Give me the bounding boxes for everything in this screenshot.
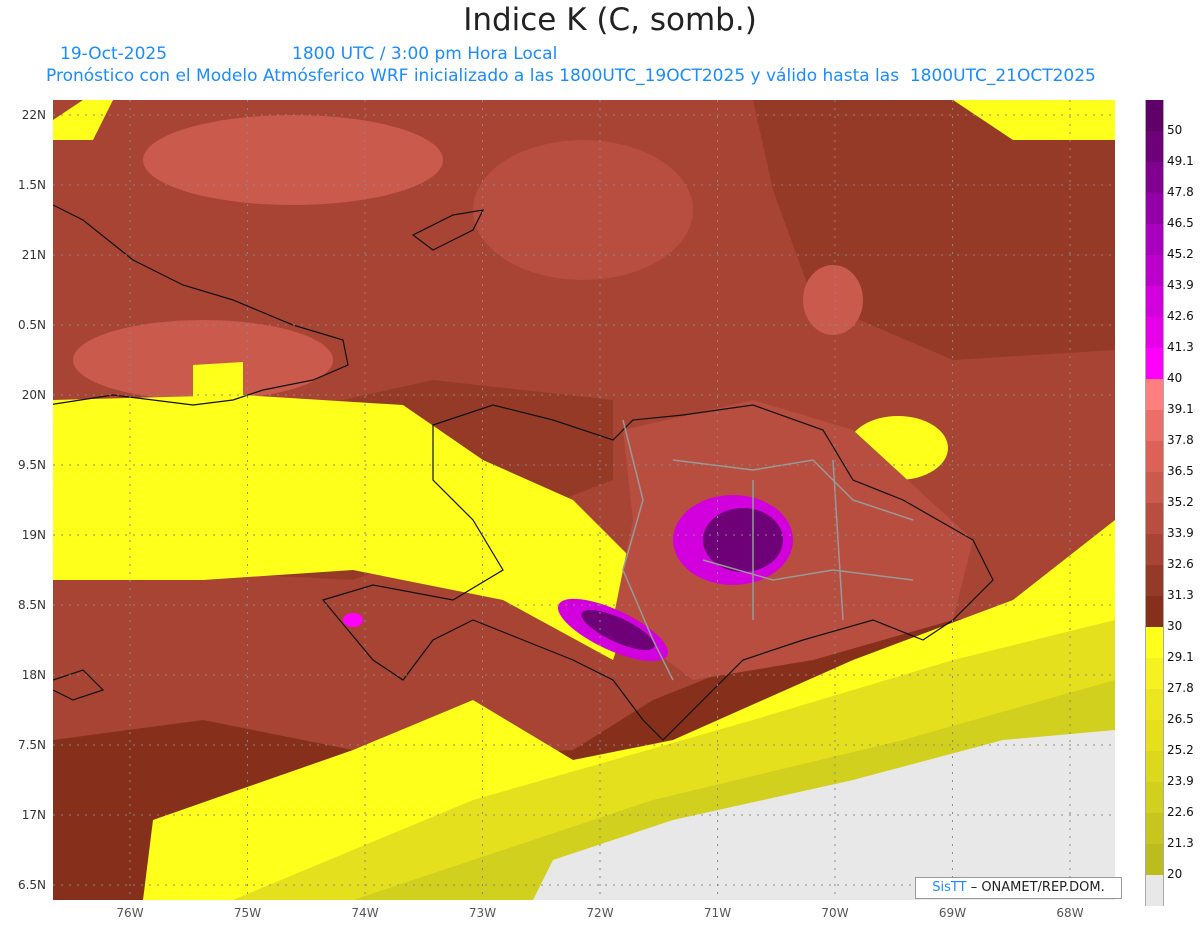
colorbar-label: 35.2 xyxy=(1167,495,1194,509)
colorbar-label: 29.1 xyxy=(1167,650,1194,664)
colorbar-swatch xyxy=(1145,751,1164,782)
colorbar-label: 47.8 xyxy=(1167,185,1194,199)
colorbar-swatch xyxy=(1145,658,1164,689)
colorbar-swatch xyxy=(1145,441,1164,472)
colorbar-label: 50 xyxy=(1167,123,1183,137)
colorbar-swatch xyxy=(1145,782,1164,813)
colorbar-label: 45.2 xyxy=(1167,247,1194,261)
colorbar-swatch xyxy=(1145,255,1164,286)
lat-label: 20N xyxy=(21,388,46,402)
lat-label: 22N xyxy=(21,108,46,122)
colorbar-swatch xyxy=(1145,224,1164,255)
colorbar-swatch xyxy=(1145,472,1164,503)
credit-text: – ONAMET/REP.DOM. xyxy=(966,880,1105,895)
lat-label: 8.5N xyxy=(17,598,46,612)
colorbar-swatch xyxy=(1145,689,1164,720)
colorbar-swatch xyxy=(1145,131,1164,162)
colorbar-swatch xyxy=(1145,348,1164,379)
colorbar-label: 22.6 xyxy=(1167,805,1194,819)
colorbar-label: 31.3 xyxy=(1167,588,1194,602)
colorbar-swatch xyxy=(1145,534,1164,565)
colorbar-label: 27.8 xyxy=(1167,681,1194,695)
colorbar-label: 37.8 xyxy=(1167,433,1194,447)
lat-label: 21N xyxy=(21,248,46,262)
colorbar-swatch xyxy=(1145,317,1164,348)
colorbar-label: 49.1 xyxy=(1167,154,1194,168)
forecast-time: 1800 UTC / 3:00 pm Hora Local xyxy=(292,44,558,64)
colorbar-label: 30 xyxy=(1167,619,1183,633)
lat-label: 1.5N xyxy=(17,178,46,192)
k-index-map xyxy=(53,100,1115,900)
colorbar-swatch xyxy=(1145,596,1164,627)
colorbar-label: 39.1 xyxy=(1167,402,1194,416)
colorbar-swatch xyxy=(1145,286,1164,317)
contour-region xyxy=(703,508,783,572)
lat-label: 9.5N xyxy=(17,458,46,472)
lat-label: 0.5N xyxy=(17,318,46,332)
lat-label: 6.5N xyxy=(17,878,46,892)
contour-region xyxy=(343,613,363,627)
lon-label: 72W xyxy=(586,906,614,920)
contour-region xyxy=(143,115,443,205)
colorbar-swatch xyxy=(1145,410,1164,441)
colorbar-swatch xyxy=(1145,193,1164,224)
lon-label: 68W xyxy=(1056,906,1084,920)
lon-label: 70W xyxy=(821,906,849,920)
colorbar-label: 40 xyxy=(1167,371,1183,385)
colorbar-swatch xyxy=(1145,875,1164,906)
lat-label: 18N xyxy=(21,668,46,682)
colorbar-label: 26.5 xyxy=(1167,712,1194,726)
colorbar-swatch xyxy=(1145,100,1164,131)
lon-label: 75W xyxy=(233,906,262,920)
colorbar-swatch xyxy=(1145,162,1164,193)
lon-label: 73W xyxy=(468,906,497,920)
forecast-date: 19-Oct-2025 xyxy=(60,44,168,64)
lat-label: 19N xyxy=(21,528,46,542)
lat-label: 7.5N xyxy=(17,738,46,752)
contour-region xyxy=(473,140,693,280)
lon-label: 76W xyxy=(116,906,144,920)
colorbar-label: 32.6 xyxy=(1167,557,1194,571)
credit-brand: SisTT xyxy=(932,880,967,895)
colorbar-label: 20 xyxy=(1167,867,1183,881)
forecast-description: Pronóstico con el Modelo Atmósferico WRF… xyxy=(46,66,1096,86)
colorbar-swatch xyxy=(1145,844,1164,875)
lon-label: 74W xyxy=(351,906,379,920)
contour-region xyxy=(193,362,243,400)
credit-label: SisTT – ONAMET/REP.DOM. xyxy=(915,877,1122,899)
lat-label: 17N xyxy=(21,808,46,822)
colorbar-label: 46.5 xyxy=(1167,216,1194,230)
colorbar-label: 25.2 xyxy=(1167,743,1194,757)
colorbar-label: 41.3 xyxy=(1167,340,1194,354)
lon-label: 69W xyxy=(938,906,967,920)
colorbar-swatch xyxy=(1145,813,1164,844)
colorbar-label: 43.9 xyxy=(1167,278,1194,292)
colorbar-swatch xyxy=(1145,627,1164,658)
map-title: Indice K (C, somb.) xyxy=(463,2,757,38)
lon-label: 71W xyxy=(703,906,732,920)
colorbar-label: 42.6 xyxy=(1167,309,1194,323)
colorbar-swatch xyxy=(1145,379,1164,410)
colorbar-swatch xyxy=(1145,720,1164,751)
colorbar-swatch xyxy=(1145,503,1164,534)
colorbar-label: 23.9 xyxy=(1167,774,1194,788)
colorbar-label: 36.5 xyxy=(1167,464,1194,478)
colorbar-swatch xyxy=(1145,565,1164,596)
colorbar-label: 33.9 xyxy=(1167,526,1194,540)
colorbar-label: 21.3 xyxy=(1167,836,1194,850)
